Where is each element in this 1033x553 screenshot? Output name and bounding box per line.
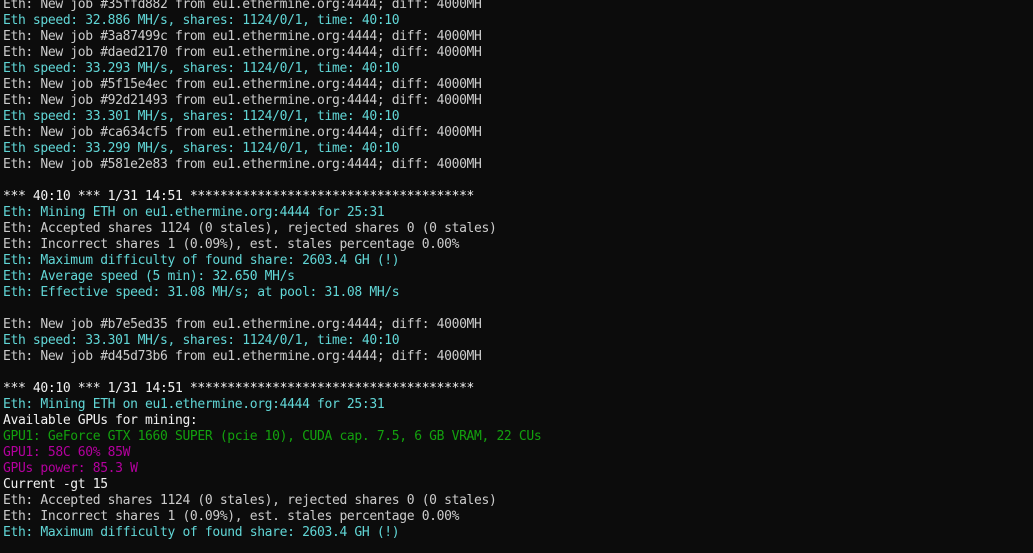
- console-line: Eth: New job #d45d73b6 from eu1.ethermin…: [3, 349, 482, 364]
- console-line: Eth speed: 33.293 MH/s, shares: 1124/0/1…: [3, 61, 400, 76]
- console-line: Eth: New job #5f15e4ec from eu1.ethermin…: [3, 77, 482, 92]
- console-line: Eth: Accepted shares 1124 (0 stales), re…: [3, 493, 497, 508]
- console-line: Eth: Accepted shares 1124 (0 stales), re…: [3, 221, 497, 236]
- console-line: Eth: Incorrect shares 1 (0.09%), est. st…: [3, 509, 460, 524]
- console-line: Eth speed: 33.301 MH/s, shares: 1124/0/1…: [3, 109, 400, 124]
- console-line: Eth: Incorrect shares 1 (0.09%), est. st…: [3, 237, 460, 252]
- console-line: Eth speed: 33.299 MH/s, shares: 1124/0/1…: [3, 141, 400, 156]
- console-line: Eth: Maximum difficulty of found share: …: [3, 525, 400, 540]
- console-line: Eth speed: 32.886 MH/s, shares: 1124/0/1…: [3, 13, 400, 28]
- console-line: *** 40:10 *** 1/31 14:51 ***************…: [3, 381, 475, 396]
- console-line: Eth: New job #581e2e83 from eu1.ethermin…: [3, 157, 482, 172]
- console-line: Eth: New job #92d21493 from eu1.ethermin…: [3, 93, 482, 108]
- console-line: Eth: Mining ETH on eu1.ethermine.org:444…: [3, 205, 385, 220]
- console-line: Eth: New job #ca634cf5 from eu1.ethermin…: [3, 125, 482, 140]
- console-line: GPU1: GeForce GTX 1660 SUPER (pcie 10), …: [3, 429, 542, 444]
- console-line: Eth: New job #daed2170 from eu1.ethermin…: [3, 45, 482, 60]
- console-line: Eth: Maximum difficulty of found share: …: [3, 253, 400, 268]
- console-line: Current -gt 15: [3, 477, 108, 492]
- console-line: Eth: New job #b7e5ed35 from eu1.ethermin…: [3, 317, 482, 332]
- console-line: GPU1: 58C 60% 85W: [3, 445, 131, 460]
- console-line: Eth: New job #35ffd882 from eu1.ethermin…: [3, 0, 482, 12]
- console-line: Eth: Mining ETH on eu1.ethermine.org:444…: [3, 397, 385, 412]
- console-line: Eth: New job #3a87499c from eu1.ethermin…: [3, 29, 482, 44]
- console-line: Eth: Effective speed: 31.08 MH/s; at poo…: [3, 285, 400, 300]
- console-line: Available GPUs for mining:: [3, 413, 198, 428]
- console-line: *** 40:10 *** 1/31 14:51 ***************…: [3, 189, 475, 204]
- console-line: Eth speed: 33.301 MH/s, shares: 1124/0/1…: [3, 333, 400, 348]
- console-line: Eth: Average speed (5 min): 32.650 MH/s: [3, 269, 295, 284]
- console-line: GPUs power: 85.3 W: [3, 461, 138, 476]
- terminal-window[interactable]: Eth: New job #35ffd882 from eu1.ethermin…: [0, 0, 1033, 553]
- console-output[interactable]: Eth: New job #35ffd882 from eu1.ethermin…: [3, 0, 1033, 541]
